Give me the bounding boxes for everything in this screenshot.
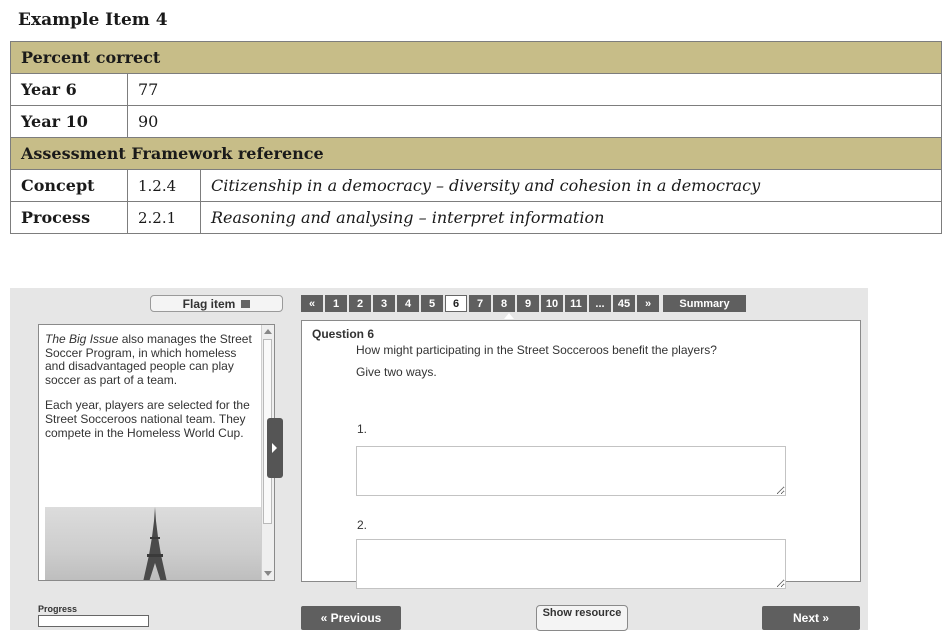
- item-reference-table: Percent correct Year 6 77 Year 10 90 Ass…: [10, 41, 942, 234]
- page-button[interactable]: 4: [397, 295, 419, 312]
- page-ellipsis: ...: [589, 295, 611, 312]
- page-button[interactable]: 3: [373, 295, 395, 312]
- framework-code: 1.2.4: [127, 169, 201, 202]
- flag-icon: [241, 299, 251, 308]
- answer-1-field[interactable]: [356, 446, 786, 496]
- year-label: Year 6: [10, 73, 128, 106]
- resource-italic: The Big Issue: [45, 332, 119, 346]
- summary-button[interactable]: Summary: [663, 295, 746, 312]
- framework-code: 2.2.1: [127, 201, 201, 234]
- eiffel-tower-image: [45, 507, 263, 580]
- next-button[interactable]: Next »: [762, 606, 860, 630]
- page-button[interactable]: 11: [565, 295, 587, 312]
- scroll-up-icon[interactable]: [264, 329, 272, 334]
- page-button[interactable]: 1: [325, 295, 347, 312]
- resource-paragraph: The Big Issue also manages the Street So…: [45, 332, 255, 387]
- framework-header: Assessment Framework reference: [10, 137, 942, 170]
- page-button[interactable]: 8: [493, 295, 515, 312]
- last-page-button[interactable]: »: [637, 295, 659, 312]
- table-row: Process 2.2.1 Reasoning and analysing – …: [10, 201, 942, 234]
- show-resource-button[interactable]: Show resource: [536, 605, 628, 631]
- table-row: Concept 1.2.4 Citizenship in a democracy…: [10, 169, 942, 202]
- framework-label: Process: [10, 201, 128, 234]
- scroll-down-icon[interactable]: [264, 571, 272, 576]
- question-title: Question 6: [312, 327, 375, 341]
- test-interface: Flag item The Big Issue also manages the…: [10, 288, 868, 631]
- year-label: Year 10: [10, 105, 128, 138]
- question-instruction: Give two ways.: [356, 365, 437, 379]
- answer-2-field[interactable]: [356, 539, 786, 589]
- page-button[interactable]: 45: [613, 295, 635, 312]
- page-button-active[interactable]: 6: [445, 295, 467, 312]
- chevron-right-icon: [272, 443, 277, 453]
- answer-2-label: 2.: [357, 518, 368, 532]
- resource-text: The Big Issue also manages the Street So…: [45, 332, 255, 452]
- resource-paragraph: Each year, players are selected for the …: [45, 398, 250, 440]
- page-button[interactable]: 7: [469, 295, 491, 312]
- table-row: Year 10 90: [10, 105, 942, 138]
- framework-label: Concept: [10, 169, 128, 202]
- progress-bar: [38, 615, 149, 627]
- question-navigation: « 1 2 3 4 5 6 7 8 9 10 11 ... 45 » Summa…: [301, 295, 746, 312]
- page-button[interactable]: 9: [517, 295, 539, 312]
- question-text: How might participating in the Street So…: [356, 343, 717, 357]
- percent-value: 77: [127, 73, 942, 106]
- framework-description: Reasoning and analysing – interpret info…: [200, 201, 942, 234]
- page-button[interactable]: 10: [541, 295, 563, 312]
- framework-description: Citizenship in a democracy – diversity a…: [200, 169, 942, 202]
- page-button[interactable]: 5: [421, 295, 443, 312]
- percent-value: 90: [127, 105, 942, 138]
- answer-1-label: 1.: [357, 422, 368, 436]
- progress-label: Progress: [38, 604, 78, 614]
- table-row: Year 6 77: [10, 73, 942, 106]
- flag-item-button[interactable]: Flag item: [150, 295, 283, 312]
- resource-panel[interactable]: The Big Issue also manages the Street So…: [38, 324, 275, 581]
- percent-correct-header: Percent correct: [10, 41, 942, 74]
- first-page-button[interactable]: «: [301, 295, 323, 312]
- eiffel-tower-icon: [143, 507, 167, 580]
- active-page-pointer: [504, 313, 514, 319]
- collapse-panel-button[interactable]: [267, 418, 283, 478]
- page-button[interactable]: 2: [349, 295, 371, 312]
- flag-item-label: Flag item: [182, 296, 236, 311]
- previous-button[interactable]: « Previous: [301, 606, 401, 630]
- question-panel: Question 6 How might participating in th…: [301, 320, 861, 589]
- item-title: Example Item 4: [18, 10, 168, 30]
